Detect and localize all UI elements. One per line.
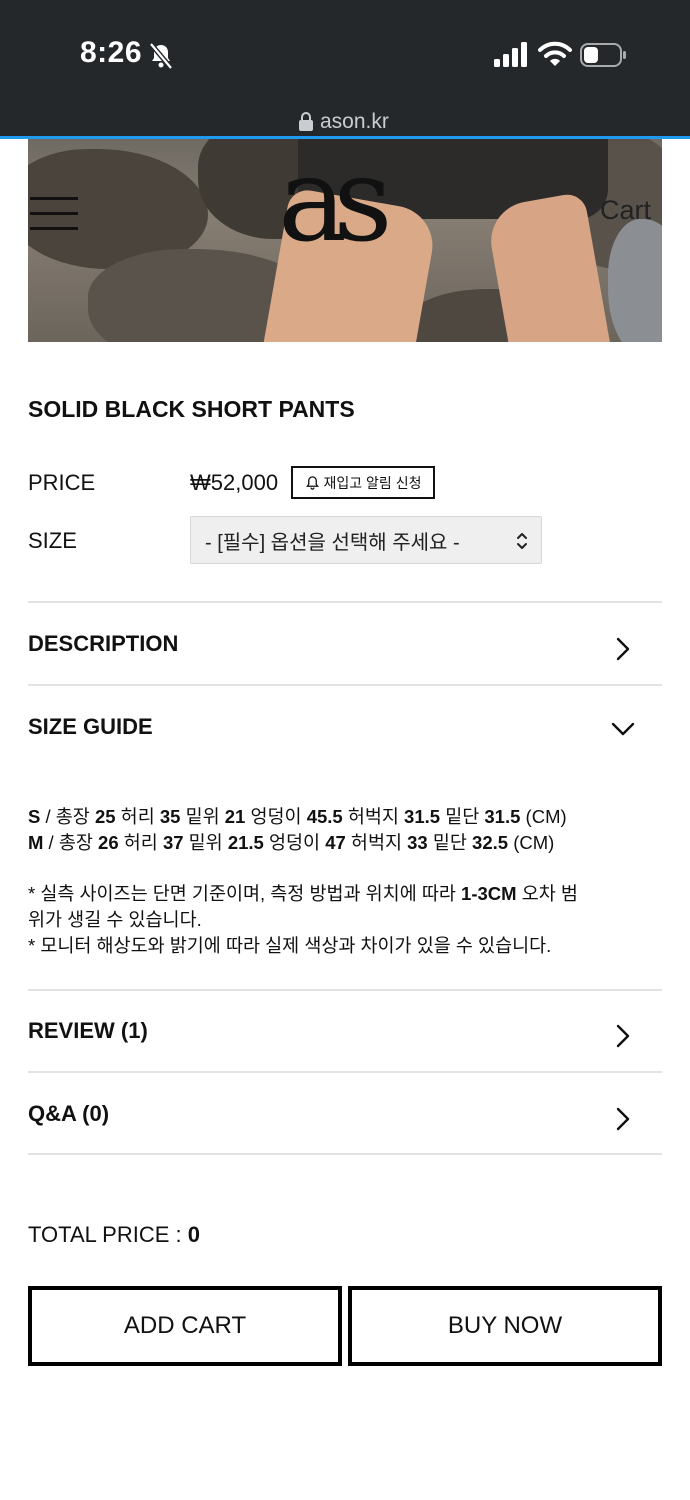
buy-now-button[interactable]: BUY NOW — [348, 1286, 662, 1366]
qa-toggle[interactable]: Q&A (0) — [28, 1101, 109, 1127]
product-hero-image: as Cart — [28, 139, 662, 342]
url-text: ason.kr — [320, 110, 389, 133]
restock-alert-button[interactable]: 재입고 알림 신청 — [291, 466, 435, 499]
lock-icon — [299, 112, 313, 131]
battery-icon — [580, 43, 626, 67]
divider — [28, 989, 662, 991]
description-toggle[interactable]: DESCRIPTION — [28, 631, 178, 657]
size-select[interactable]: - [필수] 옵션을 선택해 주세요 - — [190, 516, 542, 564]
product-title: SOLID BLACK SHORT PANTS — [28, 396, 355, 422]
rock-shape — [608, 219, 662, 342]
divider — [28, 601, 662, 603]
size-guide-s-row: S / 총장 25 허리 35 밑위 21 엉덩이 45.5 허벅지 31.5 … — [28, 806, 567, 827]
select-updown-icon — [517, 533, 527, 549]
price-label: PRICE — [28, 470, 96, 495]
size-guide-note-color: * 모니터 해상도와 밝기에 따라 실제 색상과 차이가 있을 수 있습니다. — [28, 935, 552, 956]
size-label: SIZE — [28, 528, 77, 553]
chevron-down-icon[interactable] — [610, 716, 636, 742]
divider — [28, 684, 662, 686]
divider — [28, 1071, 662, 1073]
size-guide-m-row: M / 총장 26 허리 37 밑위 21.5 엉덩이 47 허벅지 33 밑단… — [28, 832, 555, 853]
size-select-value: - [필수] 옵션을 선택해 주세요 - — [205, 531, 460, 554]
divider — [28, 1153, 662, 1155]
total-price-label: TOTAL PRICE : — [28, 1222, 188, 1247]
browser-url-bar[interactable]: ason.kr — [0, 104, 690, 138]
bell-muted-icon — [149, 42, 173, 70]
add-cart-button[interactable]: ADD CART — [28, 1286, 342, 1366]
size-guide-note-measurement: * 실측 사이즈는 단면 기준이며, 측정 방법과 위치에 따라 1-3CM 오… — [28, 883, 578, 930]
status-bar: 8:26 — [0, 0, 690, 104]
product-price: ₩52,000 — [190, 470, 279, 495]
wifi-icon — [538, 41, 572, 66]
restock-alert-label: 재입고 알림 신청 — [323, 474, 422, 491]
menu-hamburger-icon[interactable] — [30, 197, 80, 231]
chevron-right-icon[interactable] — [610, 636, 636, 662]
chevron-right-icon[interactable] — [610, 1106, 636, 1132]
size-guide-toggle[interactable]: SIZE GUIDE — [28, 714, 153, 740]
review-toggle[interactable]: REVIEW (1) — [28, 1018, 148, 1044]
total-price-value: 0 — [187, 1222, 200, 1247]
site-logo[interactable]: as — [278, 143, 393, 259]
status-time: 8:26 — [80, 36, 143, 69]
bell-icon — [305, 476, 319, 490]
chevron-right-icon[interactable] — [610, 1023, 636, 1049]
cellular-signal-icon — [494, 42, 527, 67]
total-price: TOTAL PRICE : 0 — [28, 1222, 200, 1248]
cart-link[interactable]: Cart — [600, 195, 651, 226]
